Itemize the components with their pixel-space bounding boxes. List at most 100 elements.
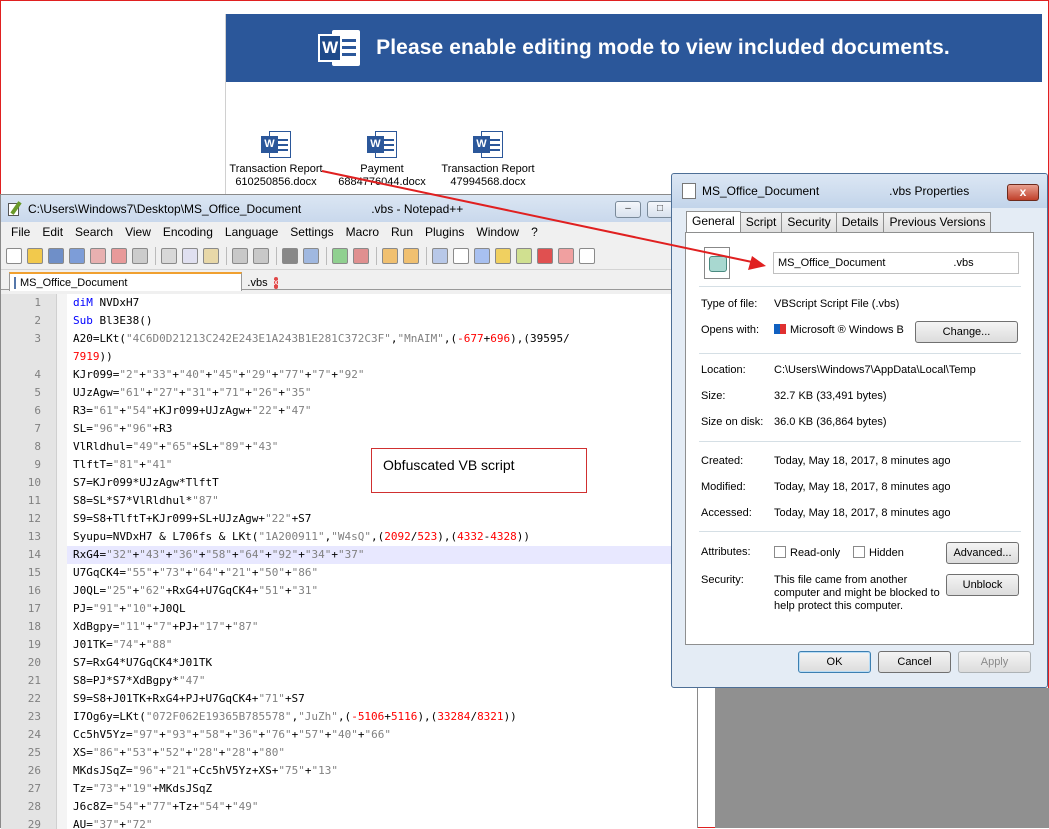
properties-title-suffix: .vbs Properties xyxy=(889,184,970,198)
line-number: 25 xyxy=(27,746,41,759)
new-file-icon[interactable] xyxy=(6,247,22,264)
change-button[interactable]: Change... xyxy=(915,321,1018,343)
properties-tabs: General Script Security Details Previous… xyxy=(686,210,992,233)
code-line: J0QL="25"+"62"+RxG4+U7GqCK4+"51"+"31" xyxy=(73,584,319,597)
modified-label: Modified: xyxy=(701,481,746,493)
line-number: 7 xyxy=(34,422,41,435)
save-all-icon[interactable] xyxy=(69,247,85,264)
menu-encoding[interactable]: Encoding xyxy=(157,225,219,239)
tab-script[interactable]: Script xyxy=(739,212,783,232)
unblock-button[interactable]: Unblock xyxy=(946,574,1019,596)
cut-icon[interactable] xyxy=(161,247,177,264)
code-editor[interactable]: 1 diM NVDxH7 2 Sub Bl3E38() 3 A20=LKt("4C6D0D… xyxy=(1,294,697,829)
file-name-field[interactable]: MS_Office_Document .vbs xyxy=(773,252,1019,274)
line-number: 12 xyxy=(27,512,41,525)
save-icon[interactable] xyxy=(48,247,64,264)
minimize-button[interactable]: – xyxy=(615,201,641,218)
indent-guide-icon[interactable] xyxy=(474,247,490,264)
redo-icon[interactable] xyxy=(253,247,269,264)
menu-window[interactable]: Window xyxy=(470,225,525,239)
sync-vertical-icon[interactable] xyxy=(382,247,398,264)
close-all-icon[interactable] xyxy=(111,247,127,264)
tab-general[interactable]: General xyxy=(686,211,741,233)
code-line: XS="86"+"53"+"52"+"28"+"28"+"80" xyxy=(73,746,285,759)
enable-editing-banner: W Please enable editing mode to view inc… xyxy=(226,14,1042,82)
tab-security[interactable]: Security xyxy=(781,212,837,232)
zoom-in-icon[interactable] xyxy=(332,247,348,264)
accessed-value: Today, May 18, 2017, 8 minutes ago xyxy=(774,507,951,519)
menu-file[interactable]: File xyxy=(5,225,36,239)
doc-map-icon[interactable] xyxy=(516,247,532,264)
sync-horizontal-icon[interactable] xyxy=(403,247,419,264)
notepad-title-bar[interactable]: C:\Users\Windows7\Desktop\MS_Office_Docu… xyxy=(1,195,697,222)
code-line: I7Og6y=LKt("072F062E19365B785578","JuZh"… xyxy=(73,710,517,723)
hidden-checkbox[interactable]: Hidden xyxy=(853,546,904,559)
code-line: UJzAgw="61"+"27"+"31"+"71"+"26"+"35" xyxy=(73,386,312,399)
tab-details[interactable]: Details xyxy=(835,212,885,232)
folder-workspace-icon[interactable] xyxy=(558,247,574,264)
notepad-plus-plus-window: C:\Users\Windows7\Desktop\MS_Office_Docu… xyxy=(0,194,698,829)
menu-edit[interactable]: Edit xyxy=(36,225,69,239)
general-tab-panel: MS_Office_Document .vbs Type of file: VBS… xyxy=(685,232,1034,645)
menu-plugins[interactable]: Plugins xyxy=(419,225,470,239)
zoom-out-icon[interactable] xyxy=(353,247,369,264)
modified-value: Today, May 18, 2017, 8 minutes ago xyxy=(774,481,951,493)
notepad-menu-bar: File Edit Search View Encoding Language … xyxy=(1,222,697,242)
advanced-button[interactable]: Advanced... xyxy=(946,542,1019,564)
print-icon[interactable] xyxy=(132,247,148,264)
menu-search[interactable]: Search xyxy=(69,225,119,239)
code-line: Tz="73"+"19"+MKdsJSqZ xyxy=(73,782,213,795)
copy-icon[interactable] xyxy=(182,247,198,264)
document-icon-transaction-report-2[interactable]: W Transaction Report 47994568.docx xyxy=(418,131,558,189)
document-name-line1: Transaction Report xyxy=(441,163,535,175)
code-line: J01TK="74"+"88" xyxy=(73,638,173,651)
file-properties-dialog: MS_Office_Document .vbs Properties x Gen… xyxy=(671,173,1048,688)
opens-with-label: Opens with: xyxy=(701,324,760,336)
size-on-disk-value: 36.0 KB (36,864 bytes) xyxy=(774,416,887,428)
checkbox-box[interactable] xyxy=(774,546,786,558)
code-line: Sub Bl3E38() xyxy=(73,314,153,327)
monitoring-icon[interactable] xyxy=(579,247,595,264)
line-number: 6 xyxy=(34,404,41,417)
menu-view[interactable]: View xyxy=(119,225,157,239)
function-list-icon[interactable] xyxy=(537,247,553,264)
banner-text: Please enable editing mode to view inclu… xyxy=(376,36,950,59)
close-button[interactable]: x xyxy=(1007,184,1039,201)
open-file-icon[interactable] xyxy=(27,247,43,264)
close-file-icon[interactable] xyxy=(90,247,106,264)
tab-label: MS_Office_Document xyxy=(20,276,128,289)
properties-title-bar[interactable]: MS_Office_Document .vbs Properties x xyxy=(672,174,1047,208)
apply-button[interactable]: Apply xyxy=(958,651,1031,673)
tab-previous-versions[interactable]: Previous Versions xyxy=(883,212,992,232)
ok-button[interactable]: OK xyxy=(798,651,871,673)
line-number: 2 xyxy=(34,314,41,327)
menu-settings[interactable]: Settings xyxy=(284,225,339,239)
replace-icon[interactable] xyxy=(303,247,319,264)
line-number: 28 xyxy=(27,800,41,813)
readonly-checkbox[interactable]: Read-only xyxy=(774,546,840,559)
code-line: VlRldhul="49"+"65"+SL+"89"+"43" xyxy=(73,440,279,453)
menu-help[interactable]: ? xyxy=(525,225,544,239)
line-number: 15 xyxy=(27,566,41,579)
tab-close-icon[interactable]: x xyxy=(273,276,279,289)
line-number: 23 xyxy=(27,710,41,723)
maximize-button[interactable]: □ xyxy=(647,201,673,218)
menu-language[interactable]: Language xyxy=(219,225,284,239)
code-line: S9=S8+TlftT+KJr099+SL+UJzAgw+"22"+S7 xyxy=(73,512,312,525)
type-value: VBScript Script File (.vbs) xyxy=(774,298,900,310)
tab-ms-office-document[interactable]: MS_Office_Document .vbs x xyxy=(9,272,279,291)
undo-icon[interactable] xyxy=(232,247,248,264)
cancel-button[interactable]: Cancel xyxy=(878,651,951,673)
paste-icon[interactable] xyxy=(203,247,219,264)
code-line: J6c8Z="54"+"77"+Tz+"54"+"49" xyxy=(73,800,259,813)
code-line: S7=KJr099*UJzAgw*TlftT xyxy=(73,476,219,489)
properties-title-name: MS_Office_Document xyxy=(702,184,820,198)
line-number: 17 xyxy=(27,602,41,615)
user-language-icon[interactable] xyxy=(495,247,511,264)
show-all-chars-icon[interactable] xyxy=(453,247,469,264)
checkbox-box[interactable] xyxy=(853,546,865,558)
find-icon[interactable] xyxy=(282,247,298,264)
menu-run[interactable]: Run xyxy=(385,225,419,239)
word-wrap-icon[interactable] xyxy=(432,247,448,264)
menu-macro[interactable]: Macro xyxy=(340,225,385,239)
